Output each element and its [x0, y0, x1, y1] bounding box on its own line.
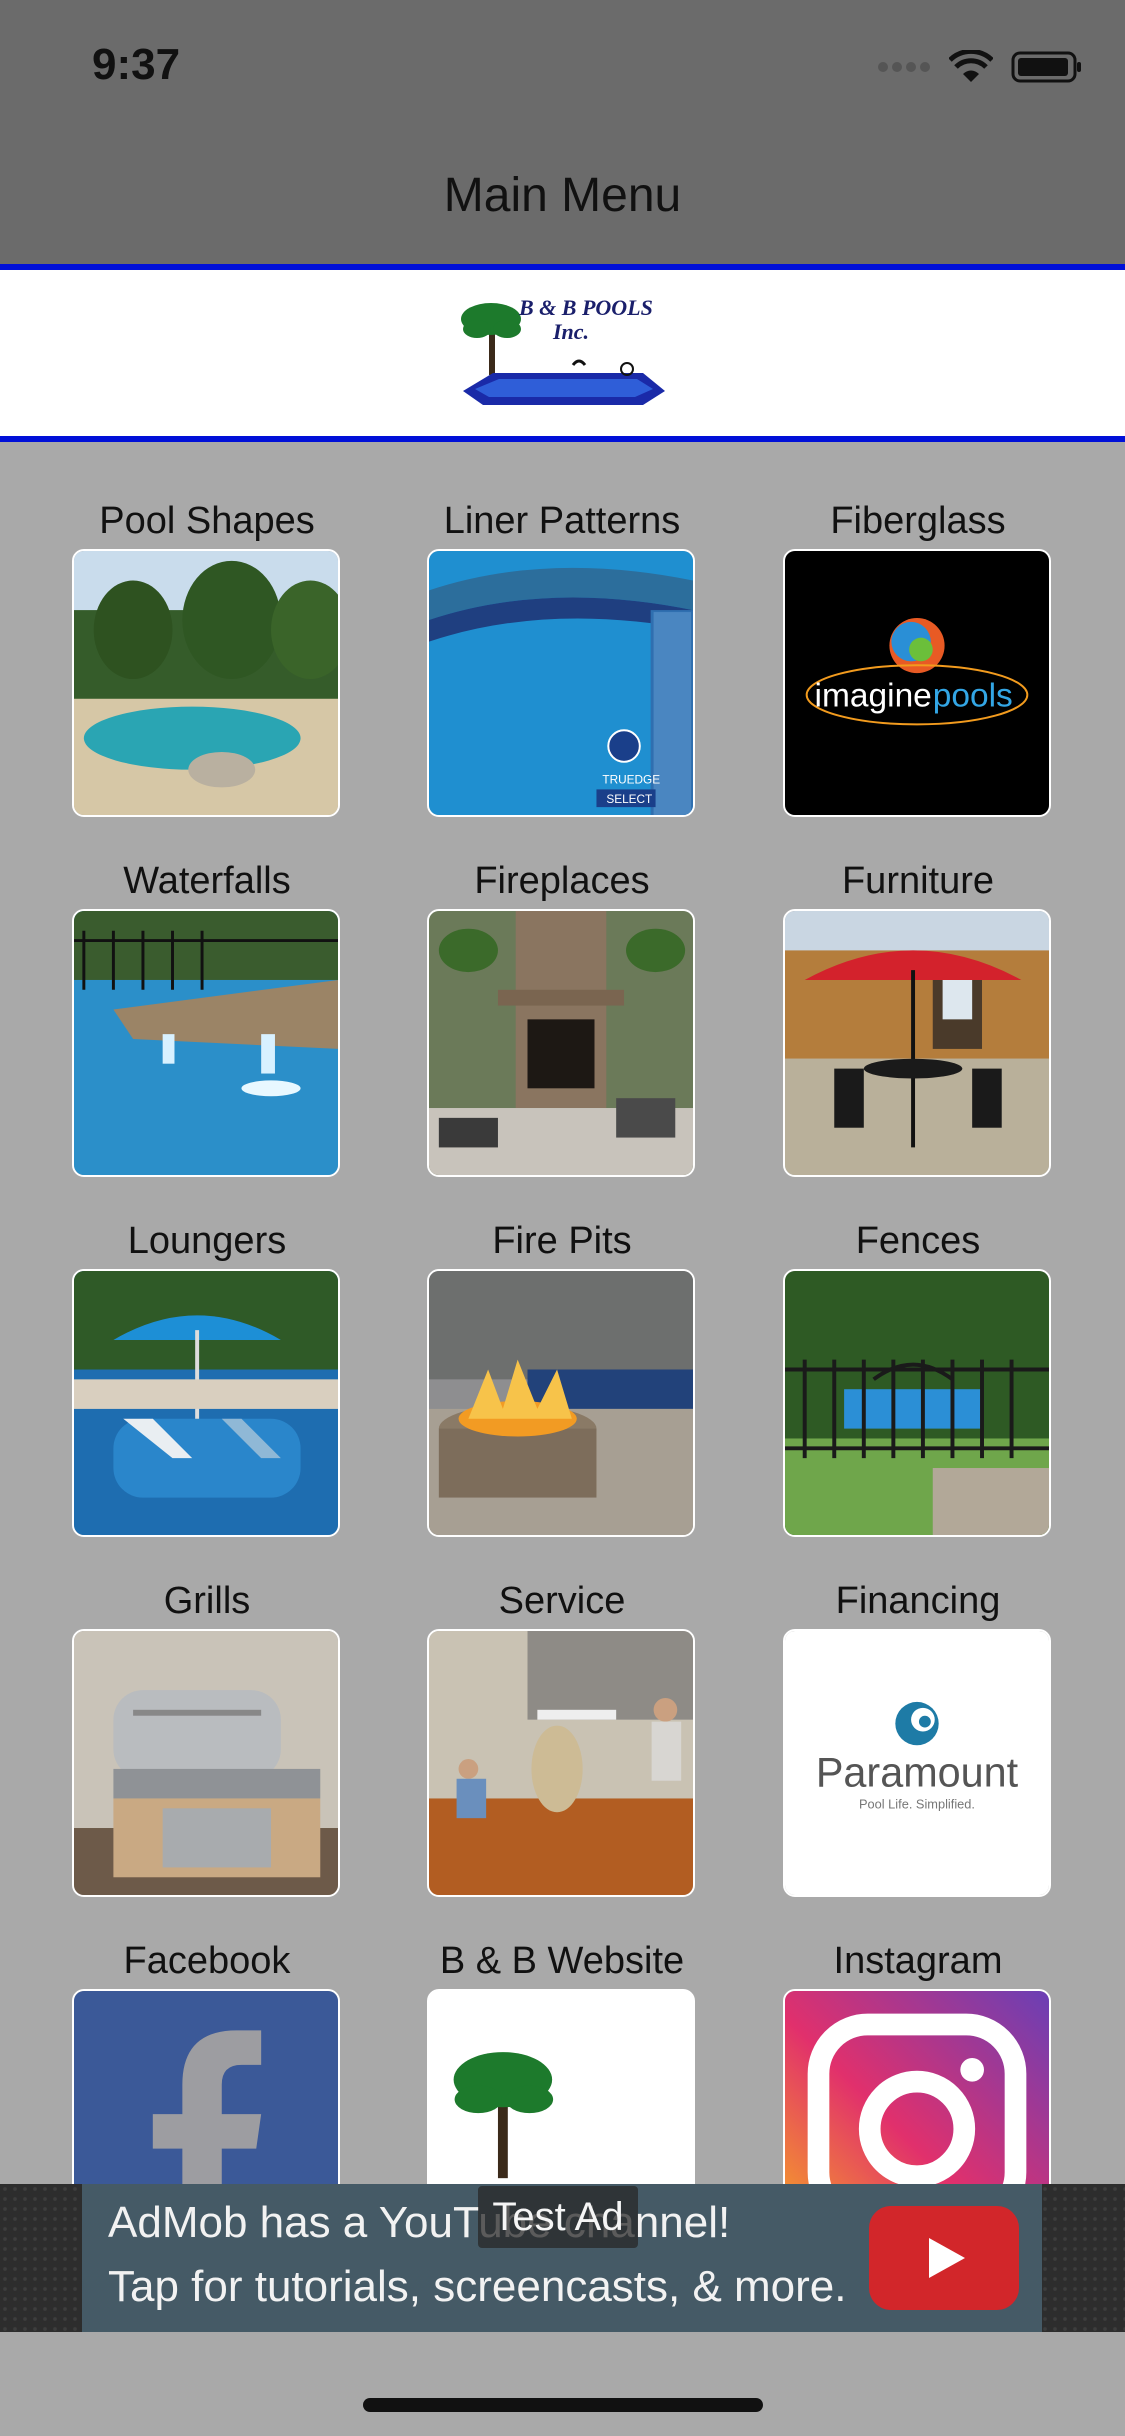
svg-text:SELECT: SELECT: [606, 792, 652, 806]
menu-item-label: Liner Patterns: [443, 500, 681, 542]
test-ad-badge: Test Ad: [478, 2186, 638, 2248]
menu-item-label: Instagram: [833, 1940, 1003, 1982]
header: 9:37 Main Menu: [0, 0, 1125, 266]
svg-text:B & B POOLS: B & B POOLS: [518, 295, 653, 320]
menu-item-label: Facebook: [123, 1940, 291, 1982]
menu-item-label: Fences: [855, 1220, 981, 1262]
waterfalls-image[interactable]: [72, 909, 340, 1177]
menu-item-service[interactable]: Service: [427, 1575, 697, 1897]
youtube-play-icon[interactable]: [869, 2206, 1019, 2310]
menu-item-label: Furniture: [841, 860, 995, 902]
menu-item-pool-shapes[interactable]: Pool Shapes: [72, 495, 342, 817]
fiberglass-image[interactable]: imagine pools: [783, 549, 1051, 817]
menu-item-waterfalls[interactable]: Waterfalls: [72, 855, 342, 1177]
page-title: Main Menu: [443, 169, 682, 222]
menu-item-financing[interactable]: Financing Paramount Pool Life. Simplifie…: [783, 1575, 1053, 1897]
menu-item-label: Fire Pits: [492, 1220, 632, 1262]
menu-item-label: Fireplaces: [474, 860, 650, 902]
grills-image[interactable]: [72, 1629, 340, 1897]
status-icons: [877, 50, 1083, 84]
home-indicator[interactable]: [363, 2398, 763, 2412]
fireplaces-image[interactable]: [427, 909, 695, 1177]
signal-icon: [878, 62, 930, 72]
svg-text:imagine: imagine: [815, 678, 932, 715]
menu-item-fences[interactable]: Fences: [783, 1215, 1053, 1537]
menu-item-label: Financing: [835, 1580, 1001, 1622]
furniture-image[interactable]: [783, 909, 1051, 1177]
svg-text:Inc.: Inc.: [552, 319, 589, 344]
menu-item-furniture[interactable]: Furniture: [783, 855, 1053, 1177]
menu-item-label: Waterfalls: [123, 860, 291, 902]
ad-line-2: Tap for tutorials, screencasts, & more.: [108, 2262, 847, 2311]
menu-item-label: B & B Website: [439, 1940, 685, 1982]
menu-item-label: Service: [498, 1580, 626, 1622]
menu-item-loungers[interactable]: Loungers: [72, 1215, 342, 1537]
menu-item-label: Pool Shapes: [99, 500, 315, 542]
menu-item-fireplaces[interactable]: Fireplaces: [427, 855, 697, 1177]
pool-shapes-image[interactable]: [72, 549, 340, 817]
loungers-image[interactable]: [72, 1269, 340, 1537]
svg-text:pools: pools: [933, 678, 1013, 715]
fences-image[interactable]: [783, 1269, 1051, 1537]
menu-item-label: Grills: [163, 1580, 251, 1622]
logo-banner: B & B POOLS Inc.: [0, 264, 1125, 442]
fire-pits-image[interactable]: [427, 1269, 695, 1537]
menu-item-label: Loungers: [127, 1220, 287, 1262]
bb-pools-logo: B & B POOLS Inc.: [460, 295, 665, 405]
menu-item-liner-patterns[interactable]: Liner Patterns TRUEDGE SELECT: [427, 495, 697, 817]
svg-text:TRUEDGE: TRUEDGE: [602, 772, 660, 786]
menu-item-fire-pits[interactable]: Fire Pits: [427, 1215, 697, 1537]
financing-image[interactable]: Paramount Pool Life. Simplified.: [783, 1629, 1051, 1897]
svg-text:Paramount: Paramount: [816, 1750, 1019, 1796]
menu-item-label: Fiberglass: [830, 500, 1006, 542]
menu-item-grills[interactable]: Grills: [72, 1575, 342, 1897]
wifi-icon: [949, 50, 993, 82]
liner-patterns-image[interactable]: TRUEDGE SELECT: [427, 549, 695, 817]
battery-icon: [1011, 51, 1081, 83]
service-image[interactable]: [427, 1629, 695, 1897]
status-time: 9:37: [92, 40, 181, 89]
menu-item-fiberglass[interactable]: Fiberglass imagine pools: [783, 495, 1053, 817]
svg-text:Pool Life. Simplified.: Pool Life. Simplified.: [859, 1796, 975, 1811]
